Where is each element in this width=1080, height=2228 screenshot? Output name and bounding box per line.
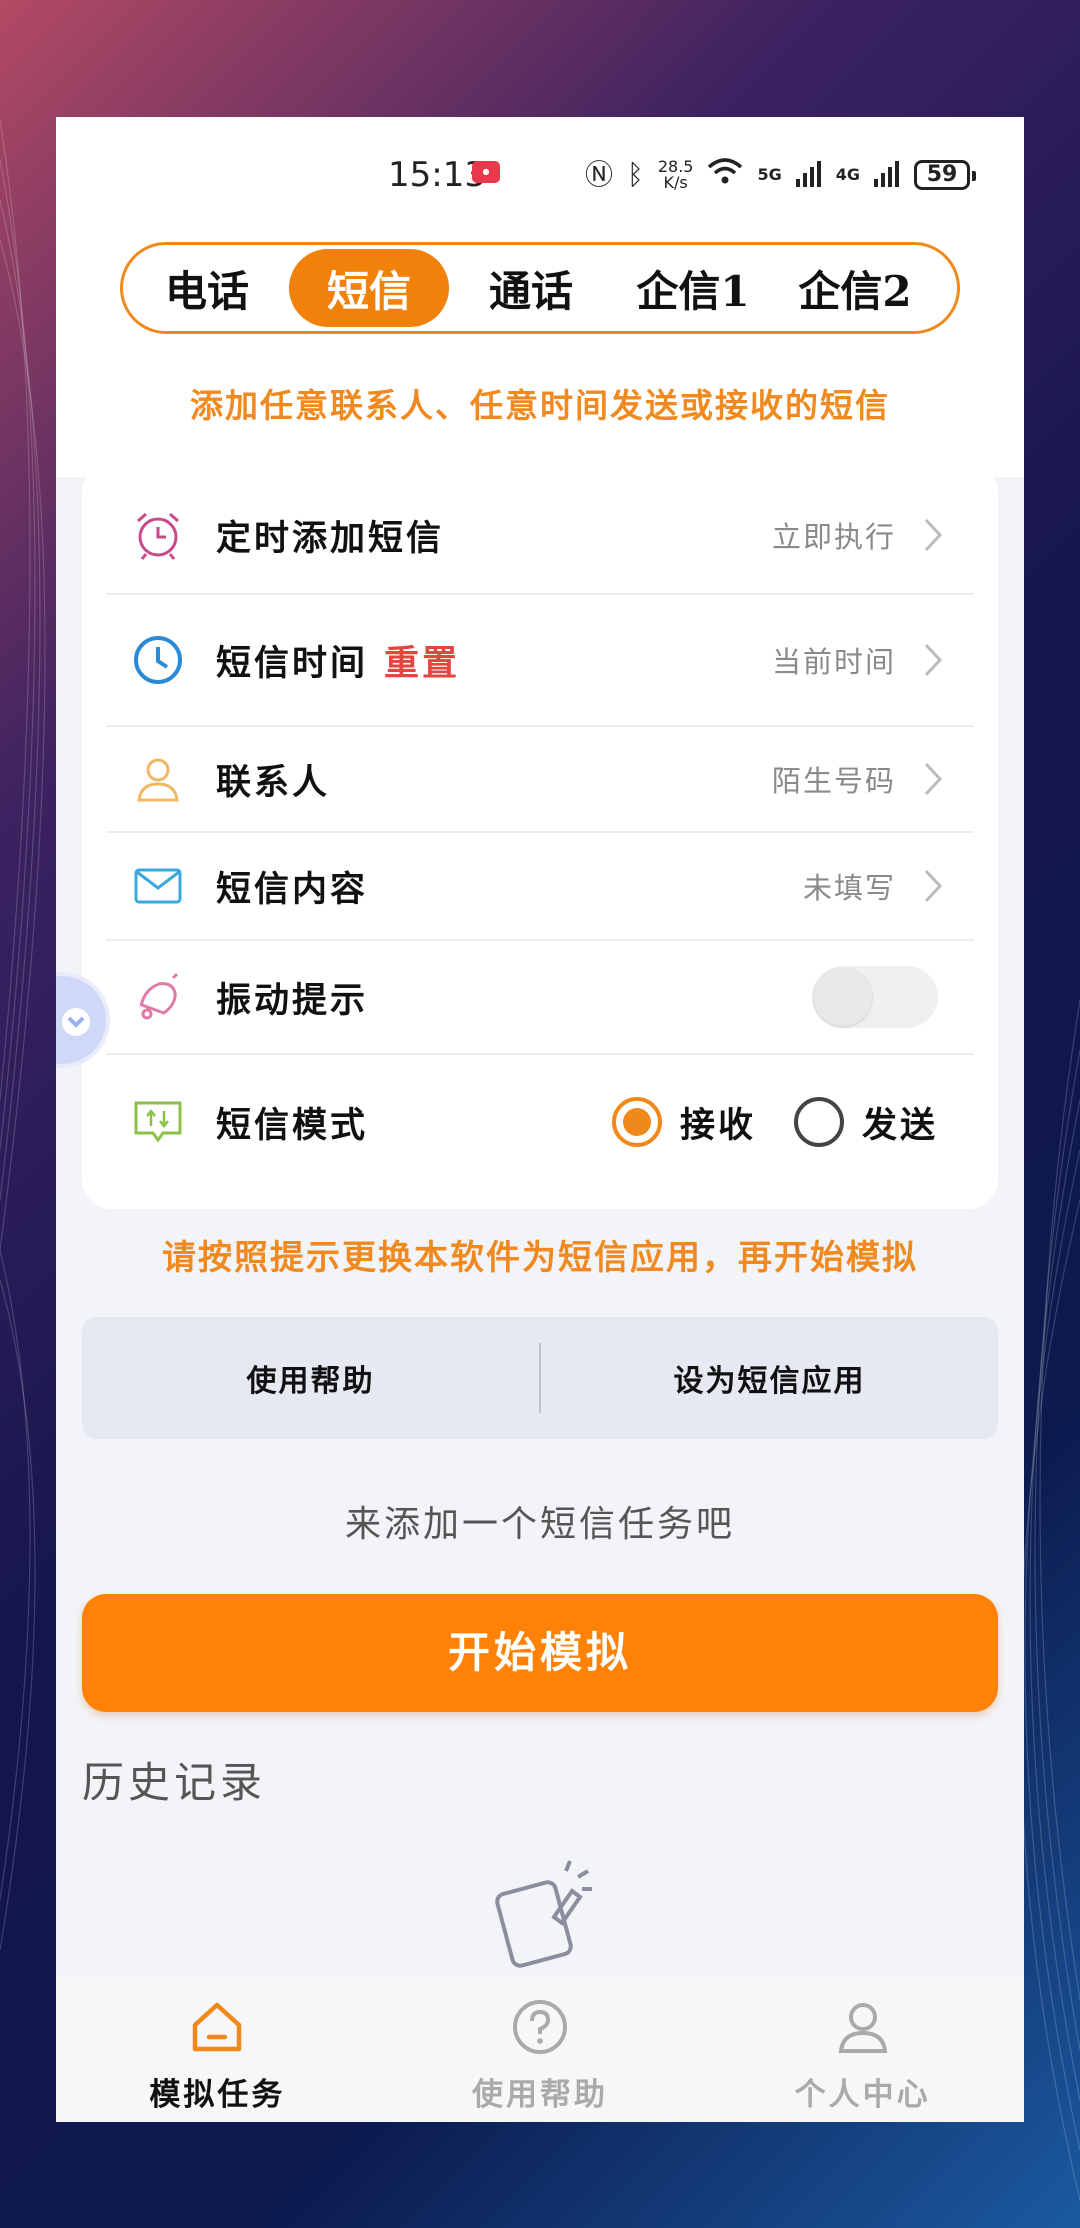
contact-row[interactable]: 联系人 陌生号码 (106, 727, 974, 833)
nav-label: 个人中心 (794, 2077, 931, 2113)
receive-label[interactable]: 接收 (680, 1097, 756, 1148)
floating-assistant-icon (62, 1008, 90, 1036)
content-value: 未填写 (802, 871, 896, 905)
sms-notice: 添加任意联系人、任意时间发送或接收的短信 (190, 386, 890, 425)
send-radio[interactable] (793, 1097, 844, 1147)
scheduled-value: 立即执行 (771, 520, 896, 554)
default-app-hint: 请按照提示更换本软件为短信应用，再开始模拟 (162, 1238, 918, 1278)
scheduled-label: 定时添加短信 (216, 518, 445, 559)
nav-label: 使用帮助 (472, 2077, 608, 2113)
home-icon (193, 2002, 242, 2052)
tab-enterprise-2[interactable]: 企信2 (775, 249, 935, 327)
sms-time-row[interactable]: 短信时间 重置 当前时间 (106, 595, 974, 727)
net-speed: 28.5 K/s (658, 159, 694, 191)
sms-time-label: 短信时间 (216, 643, 369, 684)
bottom-nav: 模拟任务 使用帮助 个人中心 (56, 1975, 1024, 2122)
signal-icon (874, 159, 900, 191)
start-simulation-button[interactable]: 开始模拟 (82, 1594, 998, 1712)
clock-icon (130, 632, 186, 688)
mode-label: 短信模式 (216, 1105, 369, 1146)
vibrate-row: 振动提示 (106, 941, 974, 1055)
history-title: 历史记录 (82, 1758, 267, 1807)
chevron-right-icon (924, 762, 943, 796)
empty-history-icon (495, 1860, 592, 1968)
vibrate-toggle[interactable] (812, 966, 938, 1028)
send-label[interactable]: 发送 (862, 1097, 938, 1148)
tab-sms[interactable]: 短信 (289, 249, 449, 327)
sms-time-value: 当前时间 (771, 645, 896, 679)
bluetooth-icon: ᛒ (627, 158, 644, 191)
status-icons: Ⓝ ᛒ 28.5 K/s 5G 4G 59 (585, 155, 976, 195)
app-notification-icon: ● (472, 161, 500, 183)
receive-radio[interactable] (611, 1097, 662, 1147)
chevron-right-icon (924, 518, 943, 552)
message-transfer-icon (130, 1094, 186, 1150)
wifi-icon (707, 157, 743, 194)
nfc-icon: Ⓝ (585, 158, 614, 191)
content-row[interactable]: 短信内容 未填写 (106, 833, 974, 941)
tab-bar: 电话 短信 通话 企信1 企信2 (120, 242, 960, 334)
radio-dot (622, 1108, 651, 1136)
status-bar: 15:13 ● Ⓝ ᛒ 28.5 K/s 5G 4G 59 (56, 117, 1024, 227)
empty-task-tip: 来添加一个短信任务吧 (344, 1504, 735, 1545)
sim2-network: 4G (835, 165, 860, 184)
mode-row: 短信模式 接收 发送 (106, 1055, 974, 1189)
content-label: 短信内容 (216, 869, 369, 910)
person-icon (838, 2003, 887, 2053)
bell-icon (130, 969, 186, 1025)
help-button[interactable]: 使用帮助 (82, 1356, 539, 1400)
vibrate-label: 振动提示 (216, 980, 369, 1021)
contact-person-icon (130, 751, 186, 807)
nav-help[interactable]: 使用帮助 (379, 1975, 702, 2122)
battery-icon: 59 (914, 160, 976, 190)
mode-radio-group: 接收 发送 (611, 1097, 938, 1148)
action-button-pair: 使用帮助 设为短信应用 (82, 1317, 998, 1439)
tab-call[interactable]: 通话 (451, 249, 611, 327)
chevron-right-icon (924, 869, 943, 903)
chevron-right-icon (924, 643, 943, 677)
tab-phone[interactable]: 电话 (127, 249, 287, 327)
sim1-network: 5G (757, 165, 782, 184)
signal-icon (795, 159, 822, 191)
tab-header: 电话 短信 通话 企信1 企信2 (56, 227, 1024, 477)
tab-enterprise-1[interactable]: 企信1 (613, 249, 773, 327)
contact-label: 联系人 (216, 762, 331, 803)
net-speed-unit: K/s (663, 173, 688, 192)
envelope-icon (130, 858, 186, 914)
help-circle-icon (513, 2000, 567, 2054)
nav-profile[interactable]: 个人中心 (701, 1975, 1024, 2122)
nav-simulate-task[interactable]: 模拟任务 (56, 1975, 379, 2122)
nav-label: 模拟任务 (149, 2077, 286, 2113)
phone-screen: 15:13 ● Ⓝ ᛒ 28.5 K/s 5G 4G 59 电话 短信 通话 企… (56, 117, 1024, 2122)
set-default-sms-button[interactable]: 设为短信应用 (541, 1356, 998, 1400)
contact-value: 陌生号码 (771, 764, 896, 798)
settings-card: 定时添加短信 立即执行 短信时间 重置 当前时间 联系人 陌生号码 短信内容 未… (82, 463, 998, 1209)
reset-time-link[interactable]: 重置 (384, 635, 460, 686)
alarm-clock-icon (130, 507, 186, 563)
toggle-knob (814, 968, 872, 1026)
scheduled-row[interactable]: 定时添加短信 立即执行 (106, 477, 974, 595)
